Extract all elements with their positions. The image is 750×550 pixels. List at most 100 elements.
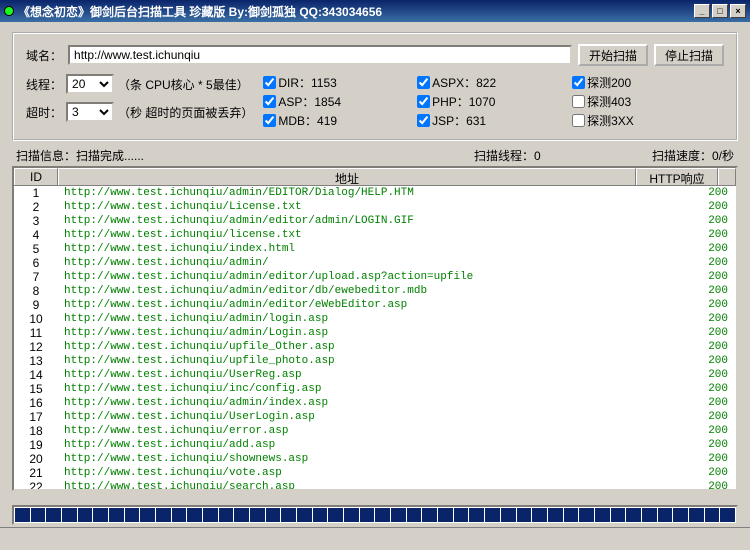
cell-url: http://www.test.ichunqiu/search.asp xyxy=(58,480,654,491)
cell-resp: 200 xyxy=(654,298,736,312)
table-row[interactable]: 11http://www.test.ichunqiu/admin/Login.a… xyxy=(14,326,736,340)
cell-id: 1 xyxy=(14,186,58,200)
cell-id: 21 xyxy=(14,466,58,480)
jsp-checkbox[interactable]: JSP：631 xyxy=(417,112,496,129)
cell-resp: 200 xyxy=(654,200,736,214)
cell-url: http://www.test.ichunqiu/upfile_Other.as… xyxy=(58,340,654,354)
col-url[interactable]: 地址 xyxy=(58,168,636,185)
table-row[interactable]: 2http://www.test.ichunqiu/License.txt200 xyxy=(14,200,736,214)
scan-speed: 扫描速度：0/秒 xyxy=(614,147,734,164)
cell-url: http://www.test.ichunqiu/license.txt xyxy=(58,228,654,242)
table-row[interactable]: 13http://www.test.ichunqiu/upfile_photo.… xyxy=(14,354,736,368)
cell-resp: 200 xyxy=(654,312,736,326)
cell-id: 17 xyxy=(14,410,58,424)
cell-resp: 200 xyxy=(654,354,736,368)
scan-threads: 扫描线程：0 xyxy=(474,147,614,164)
table-row[interactable]: 12http://www.test.ichunqiu/upfile_Other.… xyxy=(14,340,736,354)
titlebar: 《想念初恋》御剑后台扫描工具 珍藏版 By:御剑孤独 QQ:343034656 … xyxy=(0,0,750,22)
table-row[interactable]: 6http://www.test.ichunqiu/admin/200 xyxy=(14,256,736,270)
cell-id: 8 xyxy=(14,284,58,298)
table-row[interactable]: 21http://www.test.ichunqiu/vote.asp200 xyxy=(14,466,736,480)
threads-hint: （条 CPU核心 * 5最佳） xyxy=(118,76,249,93)
cell-url: http://www.test.ichunqiu/admin/ xyxy=(58,256,654,270)
cell-resp: 200 xyxy=(654,396,736,410)
stop-scan-button[interactable]: 停止扫描 xyxy=(654,44,724,66)
cell-url: http://www.test.ichunqiu/admin/editor/eW… xyxy=(58,298,654,312)
table-row[interactable]: 4http://www.test.ichunqiu/license.txt200 xyxy=(14,228,736,242)
cell-id: 9 xyxy=(14,298,58,312)
cell-url: http://www.test.ichunqiu/admin/index.asp xyxy=(58,396,654,410)
config-panel: 域名： 开始扫描 停止扫描 线程： 20 （条 CPU核心 * 5最佳） 超时：… xyxy=(12,32,738,141)
aspx-checkbox[interactable]: ASPX：822 xyxy=(417,74,496,91)
domain-label: 域名： xyxy=(26,47,62,64)
cell-url: http://www.test.ichunqiu/add.asp xyxy=(58,438,654,452)
mdb-checkbox[interactable]: MDB：419 xyxy=(263,112,341,129)
threads-label: 线程： xyxy=(26,76,62,93)
cell-url: http://www.test.ichunqiu/UserReg.asp xyxy=(58,368,654,382)
table-row[interactable]: 17http://www.test.ichunqiu/UserLogin.asp… xyxy=(14,410,736,424)
probe403-checkbox[interactable]: 探测403 xyxy=(572,93,634,110)
cell-url: http://www.test.ichunqiu/error.asp xyxy=(58,424,654,438)
maximize-button[interactable]: □ xyxy=(712,4,728,18)
cell-resp: 200 xyxy=(654,340,736,354)
minimize-button[interactable]: _ xyxy=(694,4,710,18)
threads-select[interactable]: 20 xyxy=(66,74,114,94)
cell-id: 2 xyxy=(14,200,58,214)
cell-id: 10 xyxy=(14,312,58,326)
cell-url: http://www.test.ichunqiu/License.txt xyxy=(58,200,654,214)
table-row[interactable]: 8http://www.test.ichunqiu/admin/editor/d… xyxy=(14,284,736,298)
cell-url: http://www.test.ichunqiu/admin/Login.asp xyxy=(58,326,654,340)
table-row[interactable]: 19http://www.test.ichunqiu/add.asp200 xyxy=(14,438,736,452)
table-row[interactable]: 18http://www.test.ichunqiu/error.asp200 xyxy=(14,424,736,438)
table-row[interactable]: 5http://www.test.ichunqiu/index.html200 xyxy=(14,242,736,256)
domain-input[interactable] xyxy=(68,45,572,65)
cell-url: http://www.test.ichunqiu/admin/editor/db… xyxy=(58,284,654,298)
php-checkbox[interactable]: PHP：1070 xyxy=(417,93,496,110)
scan-status: 扫描信息：扫描完成...... xyxy=(16,147,474,164)
table-row[interactable]: 3http://www.test.ichunqiu/admin/editor/a… xyxy=(14,214,736,228)
cell-id: 16 xyxy=(14,396,58,410)
cell-id: 3 xyxy=(14,214,58,228)
asp-checkbox[interactable]: ASP：1854 xyxy=(263,93,341,110)
cell-url: http://www.test.ichunqiu/upfile_photo.as… xyxy=(58,354,654,368)
cell-id: 4 xyxy=(14,228,58,242)
results-table: ID 地址 HTTP响应 1http://www.test.ichunqiu/a… xyxy=(12,166,738,491)
start-scan-button[interactable]: 开始扫描 xyxy=(578,44,648,66)
cell-id: 6 xyxy=(14,256,58,270)
table-row[interactable]: 14http://www.test.ichunqiu/UserReg.asp20… xyxy=(14,368,736,382)
cell-url: http://www.test.ichunqiu/admin/login.asp xyxy=(58,312,654,326)
cell-url: http://www.test.ichunqiu/admin/editor/up… xyxy=(58,270,654,284)
cell-id: 12 xyxy=(14,340,58,354)
table-row[interactable]: 9http://www.test.ichunqiu/admin/editor/e… xyxy=(14,298,736,312)
window-title: 《想念初恋》御剑后台扫描工具 珍藏版 By:御剑孤独 QQ:343034656 xyxy=(18,3,694,20)
cell-resp: 200 xyxy=(654,256,736,270)
cell-id: 11 xyxy=(14,326,58,340)
close-button[interactable]: × xyxy=(730,4,746,18)
cell-url: http://www.test.ichunqiu/admin/editor/ad… xyxy=(58,214,654,228)
col-scroll xyxy=(718,168,736,185)
cell-resp: 200 xyxy=(654,438,736,452)
table-row[interactable]: 10http://www.test.ichunqiu/admin/login.a… xyxy=(14,312,736,326)
col-resp[interactable]: HTTP响应 xyxy=(636,168,718,185)
cell-url: http://www.test.ichunqiu/UserLogin.asp xyxy=(58,410,654,424)
cell-id: 22 xyxy=(14,480,58,491)
table-row[interactable]: 15http://www.test.ichunqiu/inc/config.as… xyxy=(14,382,736,396)
table-row[interactable]: 7http://www.test.ichunqiu/admin/editor/u… xyxy=(14,270,736,284)
probe3xx-checkbox[interactable]: 探测3XX xyxy=(572,112,634,129)
table-row[interactable]: 16http://www.test.ichunqiu/admin/index.a… xyxy=(14,396,736,410)
cell-id: 7 xyxy=(14,270,58,284)
table-row[interactable]: 20http://www.test.ichunqiu/shownews.asp2… xyxy=(14,452,736,466)
cell-url: http://www.test.ichunqiu/inc/config.asp xyxy=(58,382,654,396)
table-row[interactable]: 22http://www.test.ichunqiu/search.asp200 xyxy=(14,480,736,491)
table-row[interactable]: 1http://www.test.ichunqiu/admin/EDITOR/D… xyxy=(14,186,736,200)
cell-url: http://www.test.ichunqiu/vote.asp xyxy=(58,466,654,480)
dir-checkbox[interactable]: DIR：1153 xyxy=(263,74,341,91)
col-id[interactable]: ID xyxy=(14,168,58,185)
probe200-checkbox[interactable]: 探测200 xyxy=(572,74,634,91)
cell-url: http://www.test.ichunqiu/shownews.asp xyxy=(58,452,654,466)
cell-id: 19 xyxy=(14,438,58,452)
timeout-select[interactable]: 3 xyxy=(66,102,114,122)
cell-resp: 200 xyxy=(654,284,736,298)
cell-resp: 200 xyxy=(654,214,736,228)
cell-resp: 200 xyxy=(654,326,736,340)
